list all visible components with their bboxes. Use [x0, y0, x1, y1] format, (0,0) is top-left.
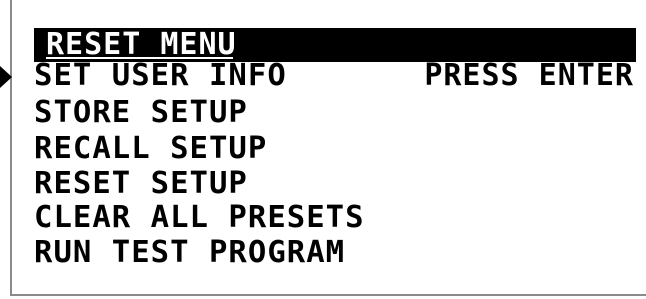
menu-item-reset-setup[interactable]: RESET SETUP [34, 166, 248, 202]
press-enter-status: PRESS ENTER [424, 58, 634, 93]
menu-item-clear-all-presets[interactable]: CLEAR ALL PRESETS [34, 200, 365, 236]
menu-item-recall-setup[interactable]: RECALL SETUP [34, 131, 267, 167]
menu-item-set-user-info[interactable]: SET USER INFO [34, 58, 287, 94]
selector-arrow-icon [0, 66, 12, 88]
menu-title: RESET MENU [46, 27, 237, 62]
menu-item-run-test-program[interactable]: RUN TEST PROGRAM [34, 235, 345, 271]
menu-item-store-setup[interactable]: STORE SETUP [34, 95, 248, 131]
